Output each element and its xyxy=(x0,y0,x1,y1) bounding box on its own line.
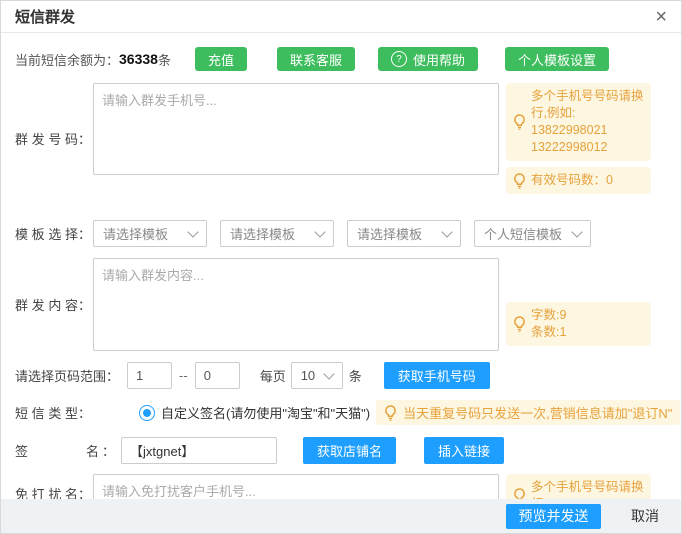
personal-template-select[interactable]: 个人短信模板 xyxy=(474,220,591,247)
sms-bulk-send-dialog: 短信群发 × 当前短信余额为：36338条 充值 联系客服 ?使用帮助 个人模板… xyxy=(0,0,682,534)
per-page-select[interactable]: 10 xyxy=(291,362,343,389)
recipients-tips: 多个手机号号码请换 行,例如: 13822998021 13222998012 … xyxy=(506,83,651,194)
content-tips: 字数:9 条数:1 xyxy=(506,302,651,346)
sms-type-label: 短信类型： xyxy=(15,403,91,422)
chevron-down-icon xyxy=(441,226,452,237)
lightbulb-icon xyxy=(384,405,397,421)
content-textarea[interactable] xyxy=(93,258,499,351)
per-page-unit: 条 xyxy=(349,366,362,385)
contact-support-button[interactable]: 联系客服 xyxy=(277,47,355,71)
balance-prefix: 当前短信余额为： xyxy=(15,50,119,69)
custom-signature-radio[interactable] xyxy=(139,405,155,421)
question-circle-icon: ? xyxy=(391,51,407,67)
per-page-label: 每页 xyxy=(260,366,286,385)
recharge-button[interactable]: 充值 xyxy=(195,47,247,71)
tip-line: 多个手机号号码请换 xyxy=(531,479,644,496)
page-to-input[interactable] xyxy=(195,362,240,389)
range-dash: -- xyxy=(179,368,188,383)
sms-type-row: 短信类型： 自定义签名(请勿使用"淘宝"和"天猫") 当天重复号码只发送一次,营… xyxy=(15,400,681,425)
page-from-input[interactable] xyxy=(127,362,172,389)
sms-type-tip-text: 当天重复号码只发送一次,营销信息请加"退订N" xyxy=(403,403,672,422)
balance-amount: 36338 xyxy=(119,51,158,67)
content-label: 群发内容： xyxy=(15,295,91,314)
signature-row: 签名： 获取店铺名 插入链接 xyxy=(15,437,681,464)
recipients-textarea[interactable] xyxy=(93,83,499,175)
close-icon[interactable]: × xyxy=(655,7,667,27)
lightbulb-icon xyxy=(513,173,526,189)
dialog-header: 短信群发 × xyxy=(1,1,681,33)
recipients-label: 群发号码： xyxy=(15,129,91,148)
template-select-row: 模板选择： 请选择模板 请选择模板 请选择模板 个人短信模板 xyxy=(15,220,681,247)
get-shop-name-button[interactable]: 获取店铺名 xyxy=(303,437,396,464)
dialog-footer: 预览并发送 取消 xyxy=(1,499,681,533)
balance-row: 当前短信余额为：36338条 充值 联系客服 ? 使用帮助 个人模板设置 xyxy=(1,33,681,74)
fetch-phone-numbers-button[interactable]: 获取手机号码 xyxy=(384,362,490,389)
signature-label: 签名： xyxy=(15,441,115,460)
signature-input[interactable] xyxy=(121,437,277,464)
count-tip-box: 字数:9 条数:1 xyxy=(506,302,651,346)
lightbulb-icon xyxy=(513,114,526,130)
template-select-3[interactable]: 请选择模板 xyxy=(347,220,461,247)
chevron-down-icon xyxy=(571,226,582,237)
lightbulb-icon xyxy=(513,316,526,332)
dialog-title: 短信群发 xyxy=(15,6,75,27)
template-label: 模板选择： xyxy=(15,224,91,243)
cancel-button[interactable]: 取消 xyxy=(625,505,665,527)
recipients-row: 群发号码： 多个手机号号码请换 行,例如: 13822998021 132229… xyxy=(15,83,681,194)
custom-signature-radio-label: 自定义签名(请勿使用"淘宝"和"天猫") xyxy=(161,403,370,422)
preview-and-send-button[interactable]: 预览并发送 xyxy=(506,504,601,529)
balance-unit: 条 xyxy=(158,50,171,69)
page-range-row: 请选择页码范围： -- 每页 10 条 获取手机号码 xyxy=(15,362,681,389)
tip-example-number: 13222998012 xyxy=(531,139,644,156)
help-button[interactable]: ? 使用帮助 xyxy=(378,47,478,71)
content-row: 群发内容： 字数:9 条数:1 xyxy=(15,258,681,351)
char-count: 字数:9 xyxy=(531,307,566,324)
sms-type-tip-box: 当天重复号码只发送一次,营销信息请加"退订N" xyxy=(376,400,680,425)
template-select-2[interactable]: 请选择模板 xyxy=(220,220,334,247)
template-select-1[interactable]: 请选择模板 xyxy=(93,220,207,247)
message-count: 条数:1 xyxy=(531,324,566,341)
personal-template-settings-button[interactable]: 个人模板设置 xyxy=(505,47,609,71)
chevron-down-icon xyxy=(314,226,325,237)
chevron-down-icon xyxy=(187,226,198,237)
valid-count-tip-box: 有效号码数：0 xyxy=(506,167,651,194)
tip-line: 多个手机号号码请换 xyxy=(531,88,644,105)
valid-count-text: 有效号码数：0 xyxy=(531,172,613,189)
recipients-tip-box: 多个手机号号码请换 行,例如: 13822998021 13222998012 xyxy=(506,83,651,161)
tip-line: 行,例如: xyxy=(531,105,644,122)
help-button-label: 使用帮助 xyxy=(413,50,465,69)
tip-example-number: 13822998021 xyxy=(531,122,644,139)
insert-link-button[interactable]: 插入链接 xyxy=(424,437,504,464)
page-range-label: 请选择页码范围： xyxy=(15,366,119,385)
chevron-down-icon xyxy=(323,368,334,379)
